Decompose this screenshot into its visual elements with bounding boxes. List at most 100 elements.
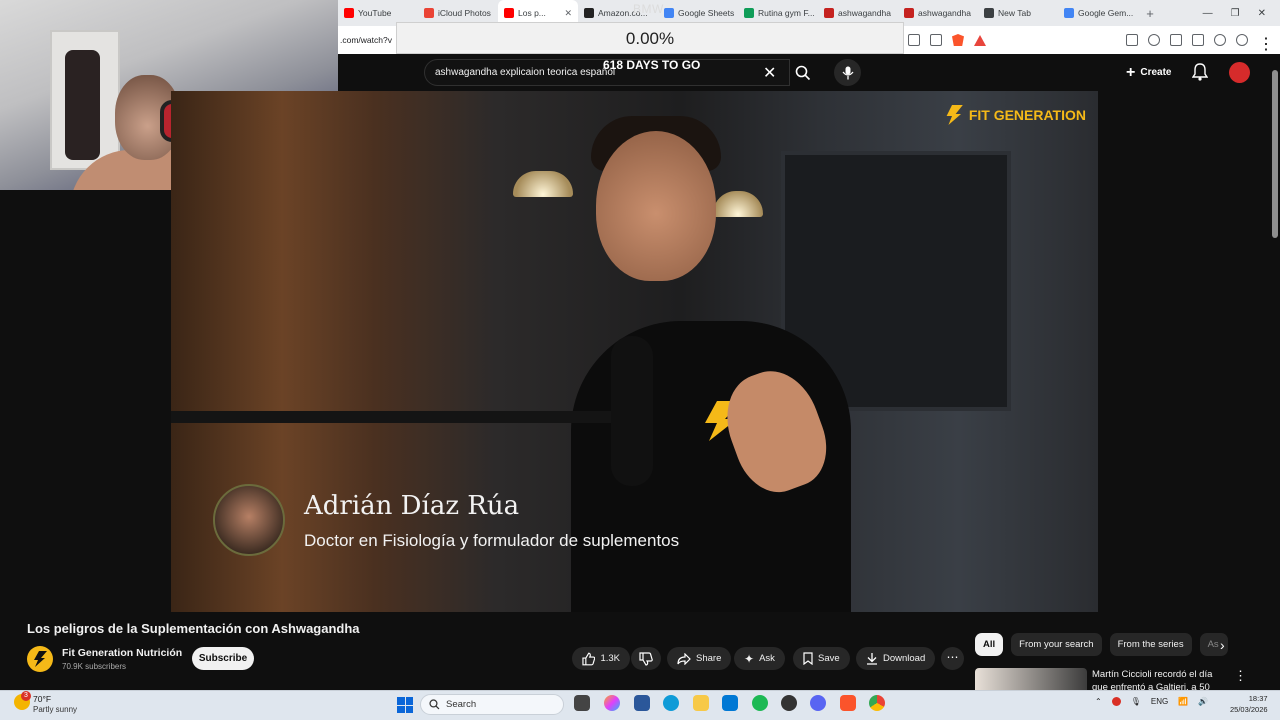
spotify-icon[interactable]	[752, 695, 768, 711]
task-view-icon[interactable]	[574, 695, 590, 711]
new-tab-button[interactable]: +	[1138, 6, 1162, 21]
address-bar[interactable]: .com/watch?v	[340, 35, 400, 45]
channel-name[interactable]: Fit Generation Nutrición	[62, 647, 182, 659]
system-tray: ⌃ 🎙 ENG 📶 🔊	[1095, 697, 1208, 706]
restore-icon[interactable]: ❐	[1231, 8, 1240, 19]
media-icon[interactable]	[1148, 34, 1160, 46]
share-icon	[677, 652, 691, 665]
wallet-icon[interactable]	[1192, 34, 1204, 46]
clear-search-icon[interactable]: ✕	[763, 63, 776, 83]
obs-icon[interactable]	[781, 695, 797, 711]
save-button[interactable]: Save	[793, 647, 850, 670]
more-actions-button[interactable]: ⋯	[941, 647, 964, 670]
create-button[interactable]: + Create	[1120, 62, 1177, 83]
recommendation-chips: All From your search From the series As	[975, 633, 1228, 656]
tab-favicon-icon	[424, 8, 434, 18]
microphone-icon	[842, 66, 853, 79]
share-page-icon[interactable]	[930, 34, 942, 46]
share-button[interactable]: Share	[667, 647, 732, 670]
progress-timer-overlay: 0.00%	[396, 22, 904, 54]
taskbar-search-input[interactable]: Search	[420, 694, 564, 715]
ask-button[interactable]: ✦ Ask	[734, 647, 785, 670]
menu-icon[interactable]: ⋮	[1258, 34, 1274, 53]
copilot-icon[interactable]	[604, 695, 620, 711]
store-icon[interactable]	[634, 695, 650, 711]
tray-app-icon[interactable]	[1111, 697, 1121, 706]
clock-date: 25/03/2026	[1230, 705, 1268, 714]
timer-percent: 0.00%	[625, 29, 675, 48]
dislike-button[interactable]	[631, 647, 661, 670]
weather-condition[interactable]: Partly sunny	[33, 705, 77, 714]
like-count: 1.3K	[600, 653, 620, 664]
sparkle-icon: ✦	[744, 651, 755, 666]
rewards-icon[interactable]	[974, 34, 986, 46]
weather-temperature[interactable]: 70°F	[33, 694, 51, 704]
language-indicator[interactable]: ENG	[1151, 697, 1168, 706]
browser-tab[interactable]: New Tab	[978, 0, 1058, 26]
close-tab-icon[interactable]: ✕	[564, 8, 572, 19]
windows-start-icon[interactable]	[397, 697, 413, 713]
chip-from-the-series[interactable]: From the series	[1109, 633, 1192, 656]
recommendation-thumbnail[interactable]	[975, 668, 1087, 690]
bookmark-icon	[803, 652, 813, 665]
tray-mic-icon[interactable]: 🎙	[1131, 697, 1141, 706]
video-title: Los peligros de la Suplementación con As…	[27, 621, 360, 636]
tab-favicon-icon	[344, 8, 354, 18]
chip-from-your-search[interactable]: From your search	[1011, 633, 1102, 656]
search-button[interactable]	[788, 59, 818, 86]
search-icon	[795, 65, 811, 80]
recommendation-title[interactable]: Martín Ciccioli recordó el día que enfre…	[1092, 668, 1222, 690]
days-to-go-text: 618 DAYS TO GO	[603, 58, 701, 72]
like-button[interactable]: 1.3K	[572, 647, 630, 670]
recommendation-menu-icon[interactable]: ⋮	[1234, 668, 1247, 684]
edge-icon[interactable]	[663, 695, 679, 711]
minimize-icon[interactable]: —	[1203, 8, 1213, 19]
tab-favicon-icon	[504, 8, 514, 18]
volume-icon[interactable]: 🔊	[1198, 697, 1208, 706]
scrollbar-thumb[interactable]	[1272, 70, 1278, 238]
file-explorer-icon[interactable]	[693, 695, 709, 711]
voice-search-button[interactable]	[834, 59, 861, 86]
thumbs-down-icon	[639, 651, 653, 666]
close-window-icon[interactable]: ✕	[1258, 8, 1266, 19]
tab-label: Google Gem...	[1078, 8, 1134, 18]
browser-tab[interactable]: ashwagandha	[898, 0, 978, 26]
create-label: Create	[1140, 67, 1172, 78]
weather-badge: 3	[21, 691, 31, 701]
subscriber-count: 70.9K subscribers	[62, 662, 127, 671]
user-avatar[interactable]	[1229, 62, 1250, 83]
notifications-bell-icon[interactable]	[1191, 63, 1209, 86]
subscribe-button[interactable]: Subscribe	[192, 647, 254, 670]
lower-third-photo	[213, 484, 285, 556]
browser-tab[interactable]: Google Gem...	[1058, 0, 1138, 26]
chevron-up-icon[interactable]: ⌃	[1095, 697, 1102, 706]
reader-mode-icon[interactable]	[1126, 34, 1138, 46]
toolbar-icons: ⋮	[908, 34, 1280, 53]
webcam-coat	[65, 50, 100, 160]
channel-avatar[interactable]	[27, 646, 53, 672]
vpn-icon[interactable]	[1236, 34, 1248, 46]
sidebar-icon[interactable]	[1170, 34, 1182, 46]
wifi-icon[interactable]: 📶	[1178, 697, 1188, 706]
chip-all[interactable]: All	[975, 633, 1004, 656]
brave-shield-icon[interactable]	[952, 34, 964, 46]
brave-browser-icon[interactable]	[840, 695, 856, 711]
mail-icon[interactable]	[722, 695, 738, 711]
video-player[interactable]: FIT GENERATION Adrián Díaz Rúa Doctor en…	[171, 91, 1098, 612]
video-mic-arm	[171, 411, 641, 423]
lower-third-role: Doctor en Fisiología y formulador de sup…	[304, 531, 680, 550]
chrome-icon[interactable]	[869, 695, 885, 711]
chevron-right-icon[interactable]: ›	[1220, 637, 1225, 653]
tab-favicon-icon	[904, 8, 914, 18]
tab-label: ashwagandha	[918, 8, 971, 18]
download-button[interactable]: Download	[856, 647, 936, 670]
download-icon	[867, 653, 877, 665]
video-lamp	[513, 171, 573, 197]
extensions-icon[interactable]	[1214, 34, 1226, 46]
tab-favicon-icon	[824, 8, 834, 18]
taskbar-clock[interactable]: 18:37 25/03/2026	[1230, 693, 1268, 715]
tab-label: ashwagandha	[838, 8, 891, 18]
screenshot-icon[interactable]	[908, 34, 920, 46]
save-label: Save	[818, 653, 840, 664]
discord-icon[interactable]	[810, 695, 826, 711]
